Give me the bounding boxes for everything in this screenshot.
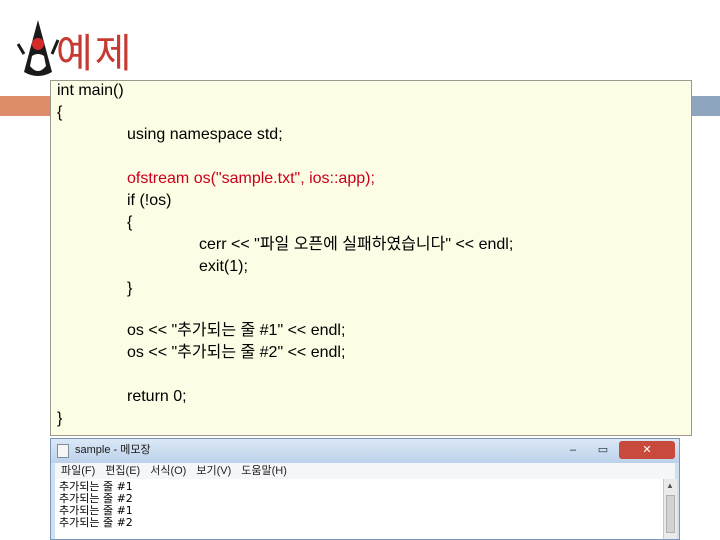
java-duke-logo <box>16 16 60 82</box>
menu-edit[interactable]: 편집(E) <box>105 463 140 479</box>
notepad-menubar: 파일(F) 편집(E) 서식(O) 보기(V) 도움말(H) <box>55 463 675 479</box>
notepad-title: sample - 메모장 <box>75 444 151 456</box>
code-line: { <box>57 104 63 121</box>
notepad-icon <box>57 444 69 458</box>
minimize-button[interactable]: – <box>559 441 587 459</box>
code-line: exit(1); <box>199 258 248 275</box>
code-line: cerr << "파일 오픈에 실패하였습니다" << endl; <box>199 236 514 253</box>
menu-view[interactable]: 보기(V) <box>196 463 231 479</box>
maximize-button[interactable]: ▭ <box>589 441 617 459</box>
close-button[interactable]: ✕ <box>619 441 675 459</box>
menu-format[interactable]: 서식(O) <box>150 463 186 479</box>
notepad-titlebar[interactable]: sample - 메모장 – ▭ ✕ <box>51 439 679 463</box>
slide-title: 예제 <box>56 31 134 77</box>
code-line: os << "추가되는 줄 #2" << endl; <box>127 344 346 361</box>
text-line: 추가되는 줄 #2 <box>59 516 133 529</box>
code-line: } <box>127 280 133 297</box>
code-line: { <box>127 214 133 231</box>
code-box: int main() { using namespace std; ofstre… <box>50 80 692 436</box>
code-line: return 0; <box>127 388 187 405</box>
code-line: using namespace std; <box>127 126 283 143</box>
code-line-highlight: ofstream os("sample.txt", ios::app); <box>127 170 375 187</box>
notepad-text-area[interactable]: 추가되는 줄 #1 추가되는 줄 #2 추가되는 줄 #1 추가되는 줄 #2 <box>55 479 663 539</box>
menu-file[interactable]: 파일(F) <box>61 463 95 479</box>
notepad-window: sample - 메모장 – ▭ ✕ 파일(F) 편집(E) 서식(O) 보기(… <box>50 438 680 540</box>
accent-bar-right <box>692 96 720 116</box>
vertical-scrollbar[interactable]: ▲ <box>663 479 677 539</box>
code-line: if (!os) <box>127 192 172 209</box>
code-line: } <box>57 410 63 427</box>
accent-bar-left <box>0 96 50 116</box>
scroll-up-arrow-icon[interactable]: ▲ <box>666 481 674 491</box>
menu-help[interactable]: 도움말(H) <box>241 463 287 479</box>
code-line: os << "추가되는 줄 #1" << endl; <box>127 322 346 339</box>
scroll-thumb[interactable] <box>666 495 675 533</box>
code-line: int main() <box>57 82 124 99</box>
